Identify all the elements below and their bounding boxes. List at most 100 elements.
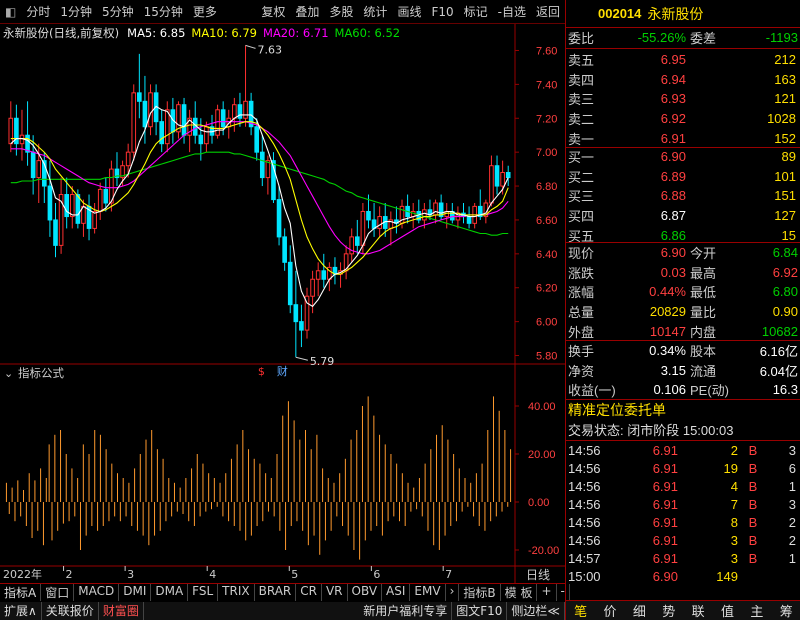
candle-body-35	[204, 126, 209, 145]
candle-body-28	[164, 109, 170, 145]
dividend-marker-icon[interactable]: $	[258, 365, 265, 378]
finance-marker-icon[interactable]: 财	[277, 364, 288, 378]
tick-price-6: 6.91	[652, 551, 678, 567]
toolbar-fuquan[interactable]: 复权	[256, 3, 290, 20]
bid-row-0[interactable]: 买一 6.90 89	[566, 147, 800, 167]
quote-tab-5[interactable]: 值	[721, 601, 734, 620]
tick-row-2: 14:56 6.91 4 B 1	[566, 477, 800, 497]
ask-row-4[interactable]: 卖一 6.91 152	[566, 128, 800, 148]
bottom-link-1[interactable]: 关联报价	[42, 602, 99, 620]
indicator-tab-4[interactable]: DMA	[151, 584, 189, 601]
x-axis-year-label: 2022年	[3, 567, 42, 581]
indicator-tab-12[interactable]: EMV	[410, 584, 446, 601]
toolbar-huaxian[interactable]: 画线	[392, 3, 426, 20]
price-tick-label-8: 6.00	[536, 317, 557, 329]
bid-row-2[interactable]: 买三 6.88 151	[566, 186, 800, 206]
quote-tab-1[interactable]: 价	[604, 601, 617, 620]
indicator-tab-2[interactable]: MACD	[74, 584, 120, 601]
price-tick-label-0: 7.60	[536, 45, 557, 57]
quote-tab-4[interactable]: 联	[692, 601, 705, 620]
indicator-tab-10[interactable]: OBV	[348, 584, 383, 601]
indicator-tab-3[interactable]: DMI	[119, 584, 152, 601]
tick-count-1: 6	[788, 461, 796, 477]
indicator-tab-13[interactable]: ›	[446, 584, 460, 601]
ask-volume-2: 121	[774, 91, 796, 107]
tick-volume-4: 8	[730, 515, 738, 531]
toolbar-f10[interactable]: F10	[426, 5, 458, 19]
indicator-tab-0[interactable]: 指标A	[0, 584, 42, 601]
day-label[interactable]: 日线	[526, 566, 550, 583]
toolbar-period-15min[interactable]: 15分钟	[139, 3, 188, 20]
bottom-link-0[interactable]: 扩展∧	[0, 602, 42, 620]
candle-body-64	[366, 210, 371, 221]
toolbar-more[interactable]: 更多	[188, 3, 222, 20]
indicator-tab-7[interactable]: BRAR	[255, 584, 297, 601]
indicator-tab-14[interactable]: 指标B	[459, 584, 501, 601]
indicator-tab-5[interactable]: FSL	[188, 584, 219, 601]
tick-row-5: 14:56 6.91 3 B 2	[566, 531, 800, 551]
indicator-tab-11[interactable]: ASI	[382, 584, 411, 601]
indicator-tab-6[interactable]: TRIX	[218, 584, 255, 601]
indicator-tab-16[interactable]: +	[537, 584, 557, 601]
indicator-tab-8[interactable]: CR	[296, 584, 322, 601]
ask-volume-4: 152	[774, 130, 796, 146]
indicator-collapse-icon[interactable]: ⌄	[4, 367, 13, 380]
fin-row-1: 净资 3.15 流通 6.04亿	[566, 361, 800, 381]
tick-price-4: 6.91	[652, 515, 678, 531]
indicator-tab-15[interactable]: 模 板	[501, 584, 538, 601]
menu-icon[interactable]: ◧	[0, 5, 21, 19]
toolbar-fanhui[interactable]: 返回	[531, 3, 565, 20]
indicator-tab-1[interactable]: 窗口	[41, 584, 75, 601]
fin-label-b-2: PE(动)	[690, 383, 730, 399]
tick-time-7: 15:00	[568, 569, 601, 585]
toolbar-tongji[interactable]: 统计	[358, 3, 392, 20]
tick-volume-2: 4	[730, 479, 738, 495]
ask-row-2[interactable]: 卖三 6.93 121	[566, 89, 800, 109]
tick-volume-7: 149	[716, 569, 738, 585]
toolbar-period-fenshi[interactable]: 分时	[21, 3, 55, 20]
tick-side-3: B	[748, 497, 758, 513]
x-axis-month-2: 4	[209, 568, 216, 581]
tick-volume-3: 7	[730, 497, 738, 513]
quote-tab-3[interactable]: 势	[662, 601, 675, 620]
price-tick-label-6: 6.40	[536, 249, 557, 261]
toolbar-period-5min[interactable]: 5分钟	[97, 3, 139, 20]
quote-tab-0[interactable]: 笔	[574, 601, 587, 620]
tick-price-5: 6.91	[652, 533, 678, 549]
stat-value-b-3: 0.90	[772, 304, 798, 320]
toolbar-period-1min[interactable]: 1分钟	[55, 3, 97, 20]
bottom-link-2[interactable]: 财富圈	[99, 602, 144, 620]
bid-row-1[interactable]: 买二 6.89 101	[566, 167, 800, 187]
tick-volume-1: 19	[723, 461, 738, 477]
toolbar-biaoji[interactable]: 标记	[459, 3, 493, 20]
toolbar-zixuan[interactable]: -自选	[493, 3, 531, 20]
x-axis-month-1: 3	[127, 568, 134, 581]
stock-name: 永新股份	[647, 5, 704, 22]
candle-body-63	[360, 210, 366, 246]
quote-tab-6[interactable]: 主	[750, 601, 763, 620]
bottom-link-5[interactable]: 侧边栏≪	[507, 602, 565, 620]
candle-body-8	[53, 219, 58, 246]
ask-row-0[interactable]: 卖五 6.95 212	[566, 50, 800, 70]
bid-row-3[interactable]: 买四 6.87 127	[566, 206, 800, 226]
quote-tab-2[interactable]: 细	[633, 601, 646, 620]
precise-order-row[interactable]: 精准定位委托单	[566, 400, 800, 420]
toolbar-diejia[interactable]: 叠加	[290, 3, 324, 20]
toolbar-duogu[interactable]: 多股	[324, 3, 358, 20]
ask-row-3[interactable]: 卖二 6.92 1028	[566, 109, 800, 129]
indicator-tab-9[interactable]: VR	[322, 584, 348, 601]
stat-value-b-2: 6.80	[772, 284, 798, 300]
indicator-tick-label-1: 20.00	[528, 449, 556, 461]
stat-value-a-4: 10147	[649, 323, 686, 339]
candle-body-15	[92, 210, 97, 229]
chart-area[interactable]: 7.60 7.40 7.20 7.00 6.80 6.60 6.40 6.20 6.00 5.80…	[0, 24, 565, 584]
quote-tab-7[interactable]: 筹	[780, 601, 793, 620]
bottom-link-4[interactable]: 图文F10	[452, 602, 508, 620]
stat-row-0: 现价 6.90 今开 6.84	[566, 243, 800, 263]
candle-body-7	[47, 185, 53, 221]
bottom-link-3[interactable]: 新用户福利专享	[359, 602, 453, 620]
tick-time-2: 14:56	[568, 479, 601, 495]
tick-row-0: 14:56 6.91 2 B 3	[566, 441, 800, 461]
ask-row-1[interactable]: 卖四 6.94 163	[566, 70, 800, 90]
weicha-value: -1193	[765, 30, 798, 46]
